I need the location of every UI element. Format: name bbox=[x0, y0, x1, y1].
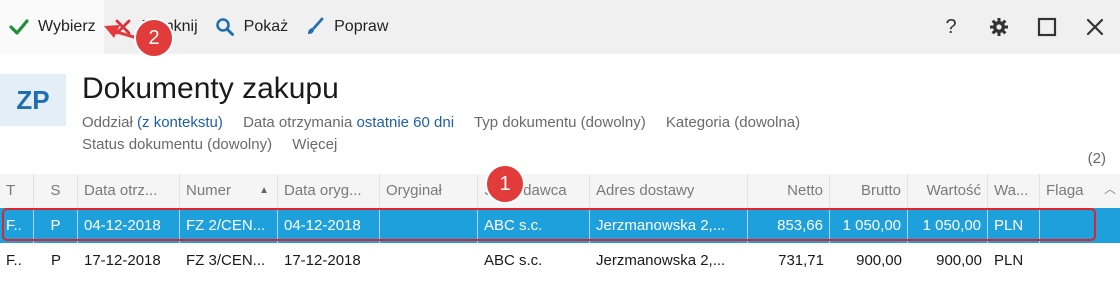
annotation-marker-1: 1 bbox=[485, 164, 525, 204]
annotation-marker-2: 2 bbox=[134, 18, 174, 58]
